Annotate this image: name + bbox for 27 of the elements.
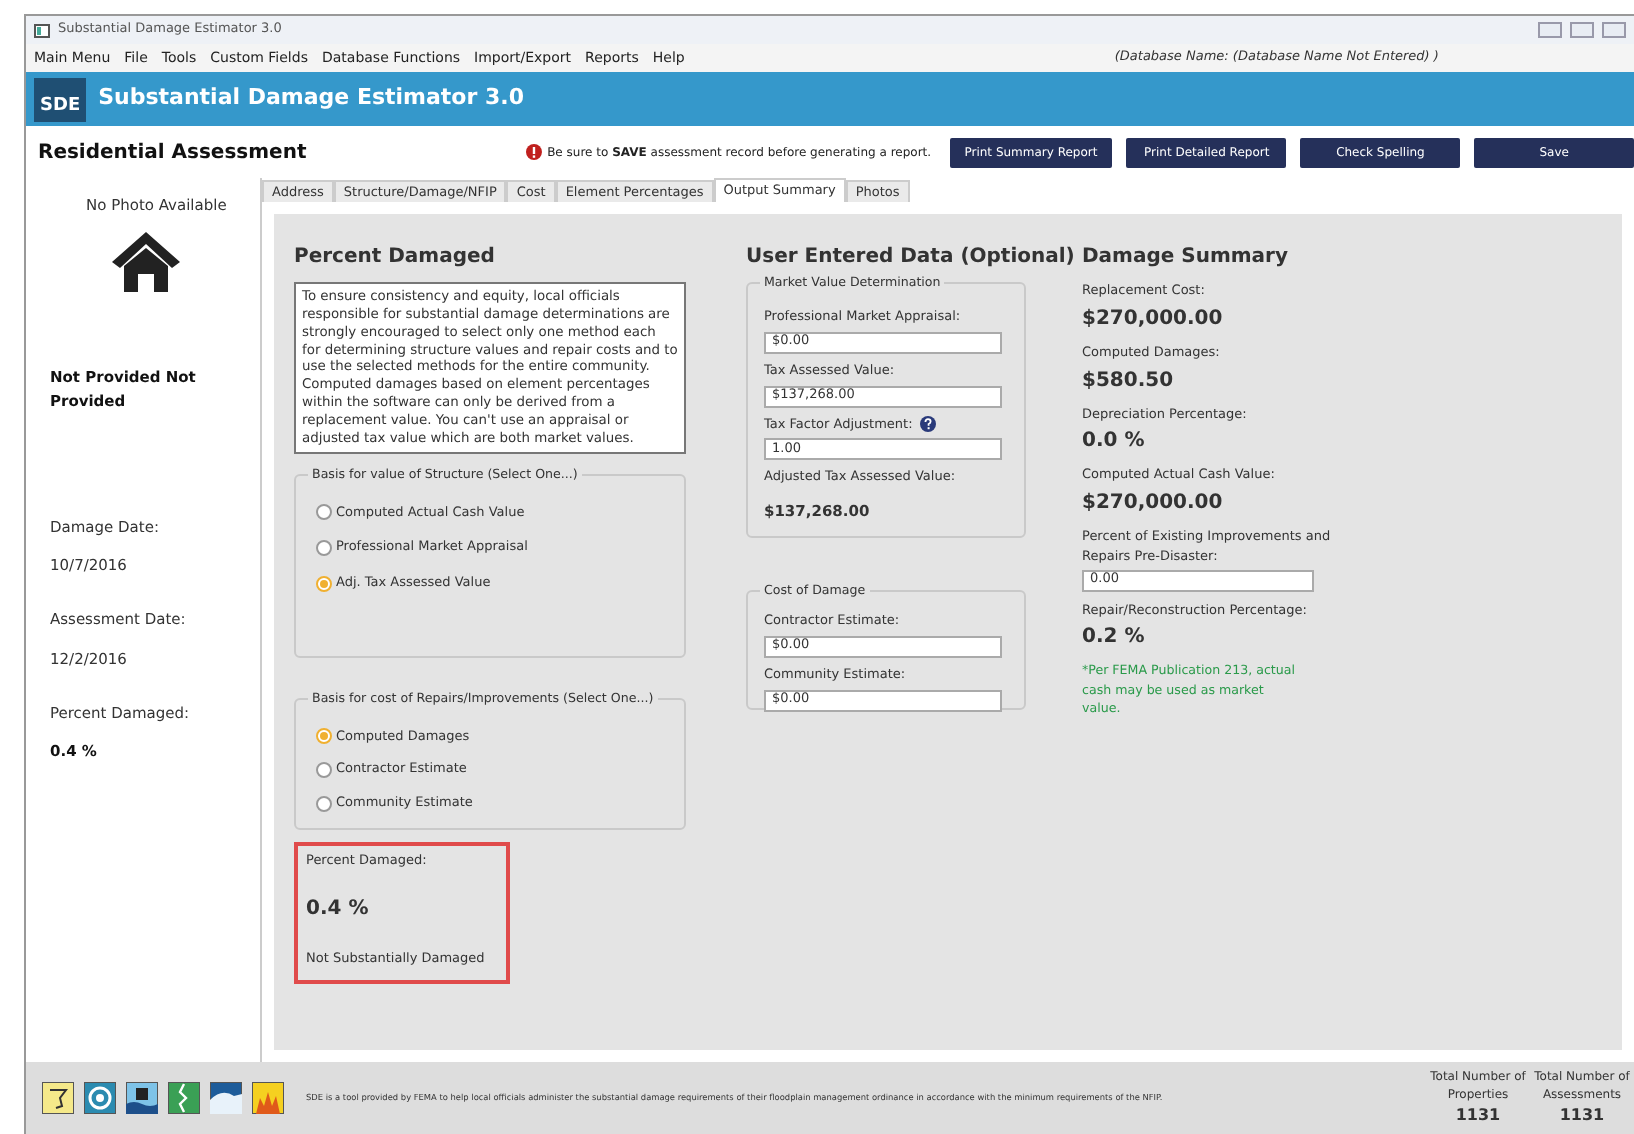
maximize-button[interactable] [1570, 22, 1594, 38]
summary-value: $270,000.00 [1082, 490, 1225, 518]
summary-value: 0.0 % [1082, 428, 1147, 457]
hazard-icon [210, 1082, 242, 1114]
hazard-icon [84, 1082, 116, 1114]
section-heading: Damage Summary [1082, 244, 1290, 272]
summary-value: 0.2 % [1082, 624, 1147, 653]
section-heading: User Entered Data (Optional) [746, 244, 1077, 272]
close-button[interactable] [1602, 22, 1626, 38]
help-icon [920, 416, 937, 433]
minimize-button[interactable] [1538, 22, 1562, 38]
app-title: Substantial Damage Estimator 3.0 [98, 82, 524, 115]
section-heading: Percent Damaged [294, 244, 497, 272]
page-title: Residential Assessment [36, 139, 309, 167]
summary-value: $270,000.00 [1082, 305, 1225, 334]
house-icon [110, 230, 182, 295]
hazard-icon [126, 1082, 158, 1114]
hazard-icon [168, 1082, 200, 1114]
app-icon [34, 23, 50, 37]
summary-value: $580.50 [1082, 367, 1176, 395]
counter-value: 1131 [1557, 1104, 1607, 1128]
result-value: 0.4 % [306, 896, 371, 925]
app-logo: SDE [34, 77, 87, 121]
counter-value: 1131 [1453, 1104, 1503, 1128]
hazard-icon [252, 1082, 284, 1114]
hazard-icon [42, 1082, 74, 1114]
warning-icon [525, 144, 542, 160]
